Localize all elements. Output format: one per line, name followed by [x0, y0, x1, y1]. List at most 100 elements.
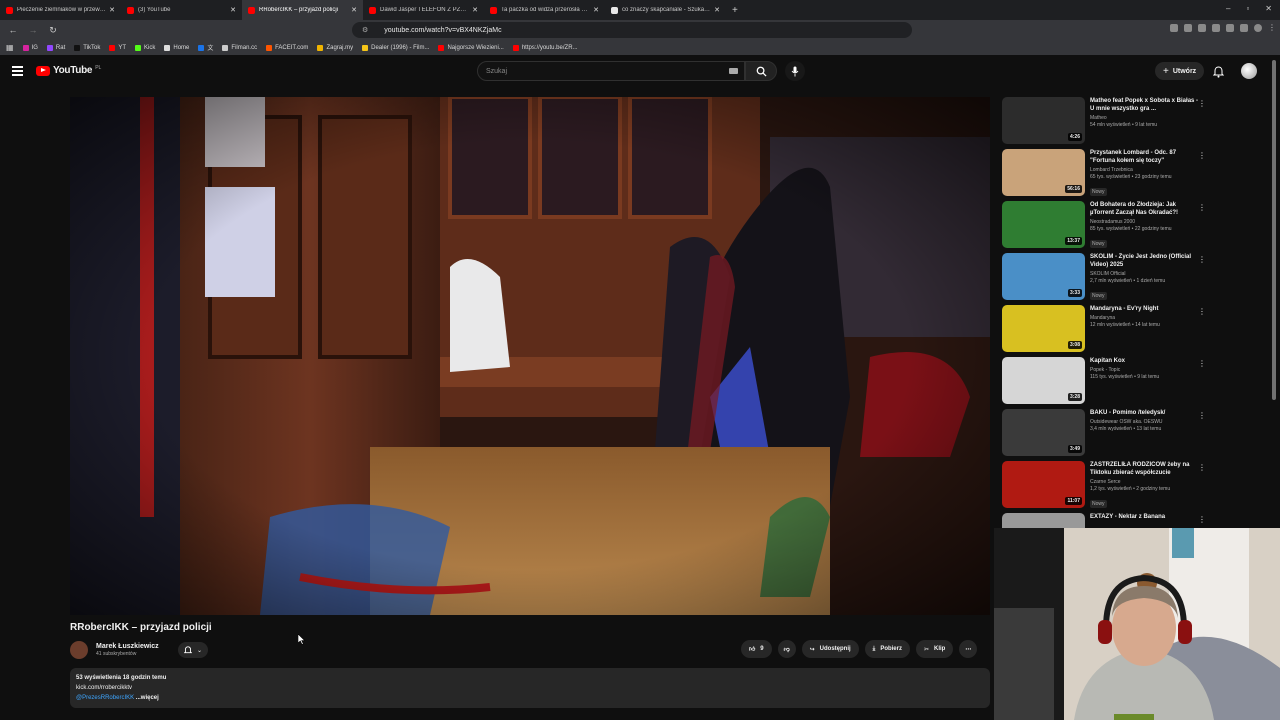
- bookmark-item[interactable]: Kick: [135, 43, 155, 52]
- profile-icon[interactable]: [1254, 24, 1262, 32]
- video-title[interactable]: Kapitan Kox: [1090, 357, 1200, 365]
- like-button[interactable]: 👍︎ 9: [741, 640, 772, 658]
- forward-icon[interactable]: →: [26, 25, 40, 35]
- notifications-bell-icon[interactable]: [1212, 65, 1225, 83]
- extension-icon[interactable]: [1226, 24, 1234, 32]
- bookmark-item[interactable]: YT: [109, 43, 126, 52]
- video-channel[interactable]: Outsidewear OSW aka. OESWU: [1090, 419, 1200, 425]
- minimize-icon[interactable]: –: [1226, 4, 1230, 13]
- browser-tab[interactable]: RRobercIKK – przyjazd policji ✕: [242, 0, 363, 20]
- video-title[interactable]: Od Bohatera do Złodzieja: Jak µTorrent Z…: [1090, 201, 1200, 217]
- bookmark-item[interactable]: FACEIT.com: [266, 43, 308, 52]
- bookmark-item[interactable]: Zagraj.my: [317, 43, 353, 52]
- video-title[interactable]: EXTAZY - Nektar z Banana: [1090, 513, 1200, 521]
- bookmark-item[interactable]: 文: [198, 43, 213, 52]
- recommended-video[interactable]: 4:26 Matheo feat Popek x Sobota x Białas …: [1002, 97, 1212, 149]
- menu-dots-icon[interactable]: ⋮: [1268, 24, 1276, 32]
- more-vertical-icon[interactable]: ⋮: [1198, 203, 1206, 212]
- video-thumbnail[interactable]: 3:33: [1002, 253, 1085, 300]
- tab-close-icon[interactable]: ✕: [472, 6, 478, 14]
- bookmark-item[interactable]: Dealer (1996) - Film...: [362, 43, 429, 52]
- description-box[interactable]: 53 wyświetlenia 18 godzin temu kick.com/…: [70, 668, 990, 708]
- video-channel[interactable]: Neostradamus 2000: [1090, 219, 1200, 225]
- video-thumbnail[interactable]: 56:16: [1002, 149, 1085, 196]
- browser-tab[interactable]: Pieczenie ziemniaków w przewróco ✕: [0, 0, 121, 20]
- extension-icon[interactable]: [1212, 24, 1220, 32]
- extension-icon[interactable]: [1184, 24, 1192, 32]
- video-thumbnail[interactable]: 11:07: [1002, 461, 1085, 508]
- search-input[interactable]: Szukaj: [477, 61, 745, 81]
- video-title[interactable]: BAKU - Pomimo /teledysk/: [1090, 409, 1200, 417]
- subscribed-notification-button[interactable]: ⌄: [178, 642, 208, 658]
- tab-close-icon[interactable]: ✕: [714, 6, 720, 14]
- bookmark-item[interactable]: TikTok: [74, 43, 100, 52]
- recommended-video[interactable]: 11:07 ZASTRZELIŁA RODZICÓW żeby na Tiktok…: [1002, 461, 1212, 513]
- video-thumbnail[interactable]: 3:28: [1002, 357, 1085, 404]
- search-button[interactable]: [745, 61, 777, 81]
- clip-button[interactable]: ✂ Klip: [915, 640, 954, 658]
- extension-icon[interactable]: [1170, 24, 1178, 32]
- back-icon[interactable]: ←: [6, 25, 20, 35]
- more-vertical-icon[interactable]: ⋮: [1198, 515, 1206, 524]
- video-title[interactable]: ZASTRZELIŁA RODZICÓW żeby na Tiktoku zbi…: [1090, 461, 1200, 477]
- video-thumbnail[interactable]: 3:49: [1002, 409, 1085, 456]
- new-tab-icon[interactable]: +: [726, 5, 744, 16]
- more-actions-button[interactable]: ⋯: [959, 640, 978, 658]
- video-channel[interactable]: Mandaryna: [1090, 315, 1200, 321]
- browser-tab[interactable]: (3) YouTube ✕: [121, 0, 242, 20]
- recommended-video[interactable]: 3:33 SKOLIM - Życie Jest Jedno (Official …: [1002, 253, 1212, 305]
- hamburger-menu-icon[interactable]: [12, 66, 23, 78]
- video-title[interactable]: Przystanek Lombard - Odc. 87 "Fortuna ko…: [1090, 149, 1200, 165]
- bookmark-item[interactable]: Najgorsze Wiezieni...: [438, 43, 504, 52]
- channel-name[interactable]: Marek Łuszkiewicz: [96, 643, 159, 650]
- tab-close-icon[interactable]: ✕: [230, 6, 236, 14]
- bookmark-item[interactable]: Filman.cc: [222, 43, 257, 52]
- channel-avatar[interactable]: [70, 641, 88, 659]
- video-title[interactable]: Mandaryna - Ev'ry Night: [1090, 305, 1200, 313]
- tab-close-icon[interactable]: ✕: [109, 6, 115, 14]
- voice-search-button[interactable]: [785, 61, 805, 81]
- video-channel[interactable]: Czarne Serce: [1090, 479, 1200, 485]
- dislike-button[interactable]: 👎︎: [777, 640, 796, 658]
- more-vertical-icon[interactable]: ⋮: [1198, 255, 1206, 264]
- more-vertical-icon[interactable]: ⋮: [1198, 411, 1206, 420]
- extension-icon[interactable]: [1240, 24, 1248, 32]
- video-channel[interactable]: Matheo: [1090, 115, 1200, 121]
- video-player[interactable]: [70, 97, 990, 615]
- bookmark-item[interactable]: Rat: [46, 43, 65, 52]
- keyboard-icon[interactable]: [729, 68, 738, 74]
- reload-icon[interactable]: ↻: [46, 25, 60, 36]
- video-thumbnail[interactable]: 3:08: [1002, 305, 1085, 352]
- browser-tab[interactable]: Ta paczka od widza przerosła nasze ✕: [484, 0, 605, 20]
- browser-tab[interactable]: Dawid Jasper TELEFON Z PZU - YouT✕: [363, 0, 484, 20]
- address-bar[interactable]: ⚙ youtube.com/watch?v=vBX4NKZjaMc: [352, 22, 912, 38]
- close-window-icon[interactable]: ✕: [1265, 4, 1272, 13]
- extension-icon[interactable]: [1198, 24, 1206, 32]
- more-vertical-icon[interactable]: ⋮: [1198, 359, 1206, 368]
- more-vertical-icon[interactable]: ⋮: [1198, 99, 1206, 108]
- video-channel[interactable]: SKOLIM Official: [1090, 271, 1200, 277]
- show-more-link[interactable]: ...więcej: [136, 695, 159, 701]
- recommended-video[interactable]: 3:49 BAKU - Pomimo /teledysk/Outsidewear …: [1002, 409, 1212, 461]
- youtube-logo[interactable]: YouTube PL: [36, 65, 101, 76]
- more-vertical-icon[interactable]: ⋮: [1198, 151, 1206, 160]
- description-handle[interactable]: @PrezesRRobercIKK: [76, 695, 134, 701]
- bookmark-item[interactable]: Home: [164, 43, 189, 52]
- page-scrollbar[interactable]: [1272, 60, 1276, 400]
- share-button[interactable]: ↪ Udostępnij: [801, 640, 859, 658]
- video-thumbnail[interactable]: 4:26: [1002, 97, 1085, 144]
- browser-tab[interactable]: co znaczy skapcaniale - Szukaj w Goo✕: [605, 0, 726, 20]
- create-button[interactable]: + Utwórz: [1155, 62, 1205, 80]
- recommended-video[interactable]: 3:08 Mandaryna - Ev'ry Night Mandaryna 12 m…: [1002, 305, 1212, 357]
- account-avatar[interactable]: [1241, 63, 1257, 79]
- download-button[interactable]: ⤓ Pobierz: [864, 640, 910, 658]
- video-title[interactable]: Matheo feat Popek x Sobota x Białas - U …: [1090, 97, 1200, 113]
- video-channel[interactable]: Popek - Topic: [1090, 367, 1200, 373]
- bookmark-item[interactable]: https://youtu.be/ZR...: [512, 43, 578, 52]
- video-channel[interactable]: Lombard Trzebnica: [1090, 167, 1200, 173]
- tab-close-icon[interactable]: ✕: [351, 6, 357, 14]
- site-info-icon[interactable]: ⚙: [362, 26, 368, 34]
- video-title[interactable]: SKOLIM - Życie Jest Jedno (Official Vide…: [1090, 253, 1200, 269]
- apps-grid-icon[interactable]: ▦: [6, 43, 14, 52]
- video-thumbnail[interactable]: 13:37: [1002, 201, 1085, 248]
